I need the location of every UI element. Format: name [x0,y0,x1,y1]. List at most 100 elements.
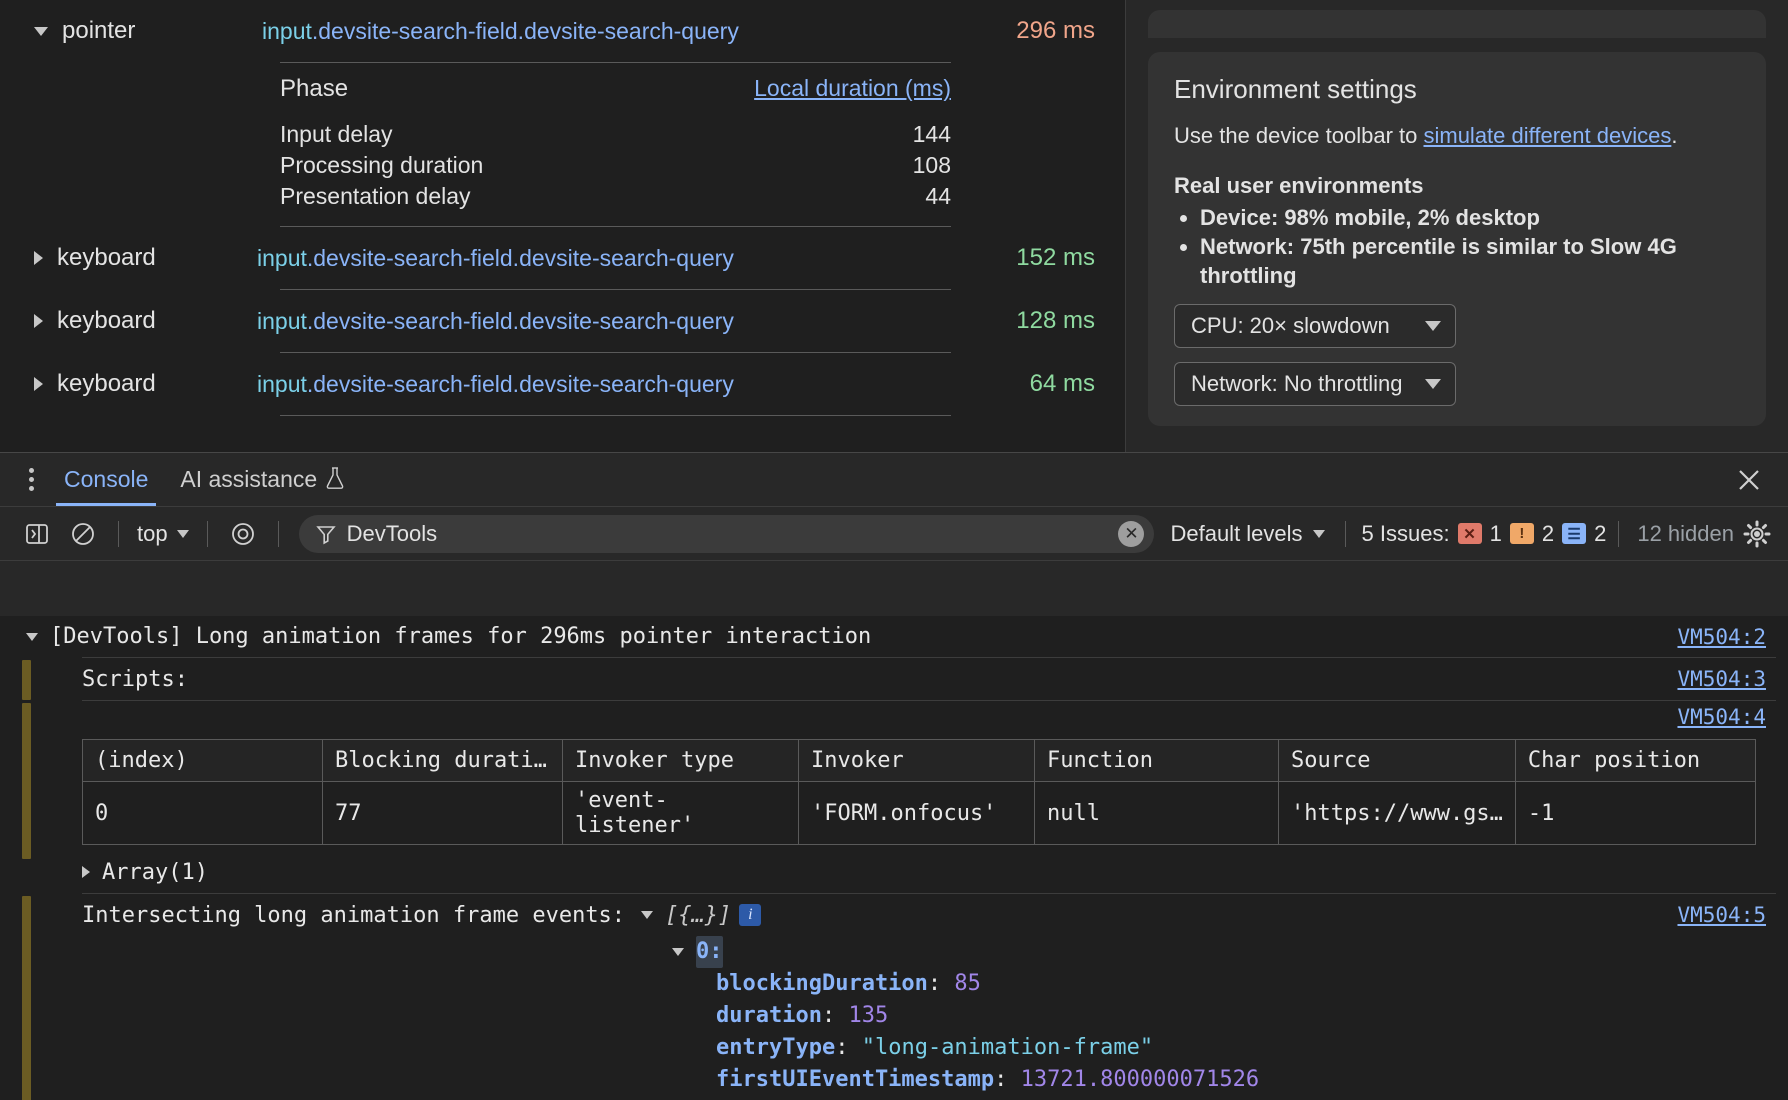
local-duration-column-header[interactable]: Local duration (ms) [754,75,951,102]
clear-filter-button[interactable]: ✕ [1118,520,1145,547]
table-header-row: (index) Blocking durati… Invoker type In… [82,739,1757,782]
log-levels-value: Default levels [1170,520,1303,546]
selector-classes: .devsite-search-field.devsite-search-que… [306,370,734,397]
cell-invoker: 'FORM.onfocus' [798,781,1035,845]
property-key: entryType [716,1035,836,1060]
th-invoker-type: Invoker type [562,739,799,782]
log-levels-select[interactable]: Default levels [1162,521,1332,547]
tab-console[interactable]: Console [48,453,164,506]
simulate-devices-link[interactable]: simulate different devices [1423,123,1671,148]
interaction-row[interactable]: pointer input.devsite-search-field.devsi… [0,0,1125,62]
console-message[interactable]: [DevTools] Long animation frames for 296… [0,616,1788,657]
expand-triangle-icon[interactable] [82,866,90,878]
property-key: blockingDuration [716,971,928,996]
phase-row: Processing duration 108 [280,150,951,181]
close-drawer-button[interactable] [1732,463,1766,497]
interaction-row[interactable]: keyboard input.devsite-search-field.devs… [0,227,1125,289]
chevron-down-icon [1425,321,1441,331]
console-sidebar-icon [26,523,48,544]
chevron-down-icon [1425,379,1441,389]
warning-count: 2 [1541,520,1555,546]
interaction-selector: input.devsite-search-field.devsite-searc… [257,245,955,272]
hidden-messages-count[interactable]: 12 hidden [1631,521,1740,547]
bullet-device: Device: 98% mobile, 2% desktop [1200,203,1740,232]
divider [280,415,951,416]
cell-invoker-type: 'event-listener' [562,781,799,845]
live-expression-button[interactable] [220,511,266,557]
phase-value: 108 [912,152,951,178]
toolbar-divider [118,520,119,547]
source-link[interactable]: VM504:3 [1677,667,1766,691]
cpu-throttling-select[interactable]: CPU: 20× slowdown [1174,304,1456,348]
expand-triangle-icon[interactable] [34,314,43,328]
interaction-row[interactable]: keyboard input.devsite-search-field.devs… [0,290,1125,352]
console-drawer: Console AI assistance top DevTools ✕ Def… [0,452,1788,1100]
object-preview[interactable]: [{…}] [665,903,731,928]
expand-triangle-icon[interactable] [672,948,684,956]
bullet-network: Network: 75th percentile is similar to S… [1200,232,1740,290]
info-icon[interactable]: i [739,904,762,926]
object-property: duration: 135 [716,1003,889,1028]
issues-summary[interactable]: 5 Issues: ✕ 1 ! 2 ☰ 2 [1358,521,1607,547]
execution-context-value: top [137,520,168,546]
intro-period: . [1671,123,1678,148]
expand-triangle-icon[interactable] [34,26,48,36]
interaction-selector: input.devsite-search-field.devsite-searc… [262,18,955,45]
interaction-row[interactable]: keyboard input.devsite-search-field.devs… [0,353,1125,415]
interaction-duration: 128 ms [1016,307,1095,334]
console-table: (index) Blocking durati… Invoker type In… [82,739,1757,845]
console-filter-box[interactable]: ✕ [298,514,1155,553]
chevron-down-icon [1312,529,1325,538]
clear-console-button[interactable] [60,511,106,557]
property-key: firstUIEventTimestamp [716,1067,995,1092]
selector-tag: input [257,370,307,397]
flask-icon [326,467,344,489]
cell-index: 0 [82,781,323,845]
clear-console-icon [72,522,94,545]
expand-triangle-icon[interactable] [641,911,654,919]
tab-ai-assistance[interactable]: AI assistance [164,453,361,506]
th-char-position: Char position [1514,739,1757,782]
selector-classes: .devsite-search-field.devsite-search-que… [306,244,734,271]
drawer-tabbar: Console AI assistance [0,453,1788,506]
expand-triangle-icon[interactable] [26,632,38,641]
phase-value: 144 [912,121,951,147]
console-sidebar-toggle-button[interactable] [14,511,60,557]
cell-blocking-duration: 77 [322,781,563,845]
array-toggle-row[interactable]: Array(1) [0,851,1788,893]
error-badge-icon: ✕ [1457,523,1482,544]
phase-column-header: Phase [280,75,349,102]
interaction-type: keyboard [57,307,156,334]
property-value: 85 [954,971,981,996]
phase-table: Phase Local duration (ms) Input delay 14… [0,63,1125,226]
object-index-label: 0: [696,936,723,968]
phase-name: Processing duration [280,152,484,178]
live-expression-icon [231,522,254,545]
object-property: firstUIEventTimestamp: 13721.80000007152… [716,1067,1260,1092]
performance-pane: pointer input.devsite-search-field.devsi… [0,0,1788,452]
toolbar-divider [1344,520,1346,547]
source-link[interactable]: VM504:4 [1677,705,1766,729]
source-link[interactable]: VM504:2 [1677,625,1766,649]
selector-classes: .devsite-search-field.devsite-search-que… [311,17,739,44]
expand-triangle-icon[interactable] [34,377,43,391]
object-index-row[interactable]: 0: [0,936,1788,968]
object-property: blockingDuration: 85 [716,971,981,996]
expand-triangle-icon[interactable] [34,251,43,265]
phase-name: Input delay [280,121,393,147]
console-settings-button[interactable] [1740,517,1774,551]
th-index: (index) [82,739,323,782]
console-message-row: Scripts: VM504:3 [0,658,1788,700]
th-source: Source [1278,739,1516,782]
property-value: "long-animation-frame" [861,1035,1154,1060]
console-message: Intersecting long animation frame events… [0,894,1788,1100]
interactions-list: pointer input.devsite-search-field.devsi… [0,0,1126,452]
insights-sidebar: Environment settings Use the device tool… [1126,0,1788,452]
console-message: Scripts: VM504:3 [0,658,1788,700]
source-link[interactable]: VM504:5 [1677,903,1766,927]
error-count: 1 [1489,520,1502,546]
console-filter-input[interactable] [346,520,1119,547]
execution-context-select[interactable]: top [131,521,195,547]
network-throttling-select[interactable]: Network: No throttling [1174,362,1456,406]
more-tools-icon[interactable] [14,468,48,491]
